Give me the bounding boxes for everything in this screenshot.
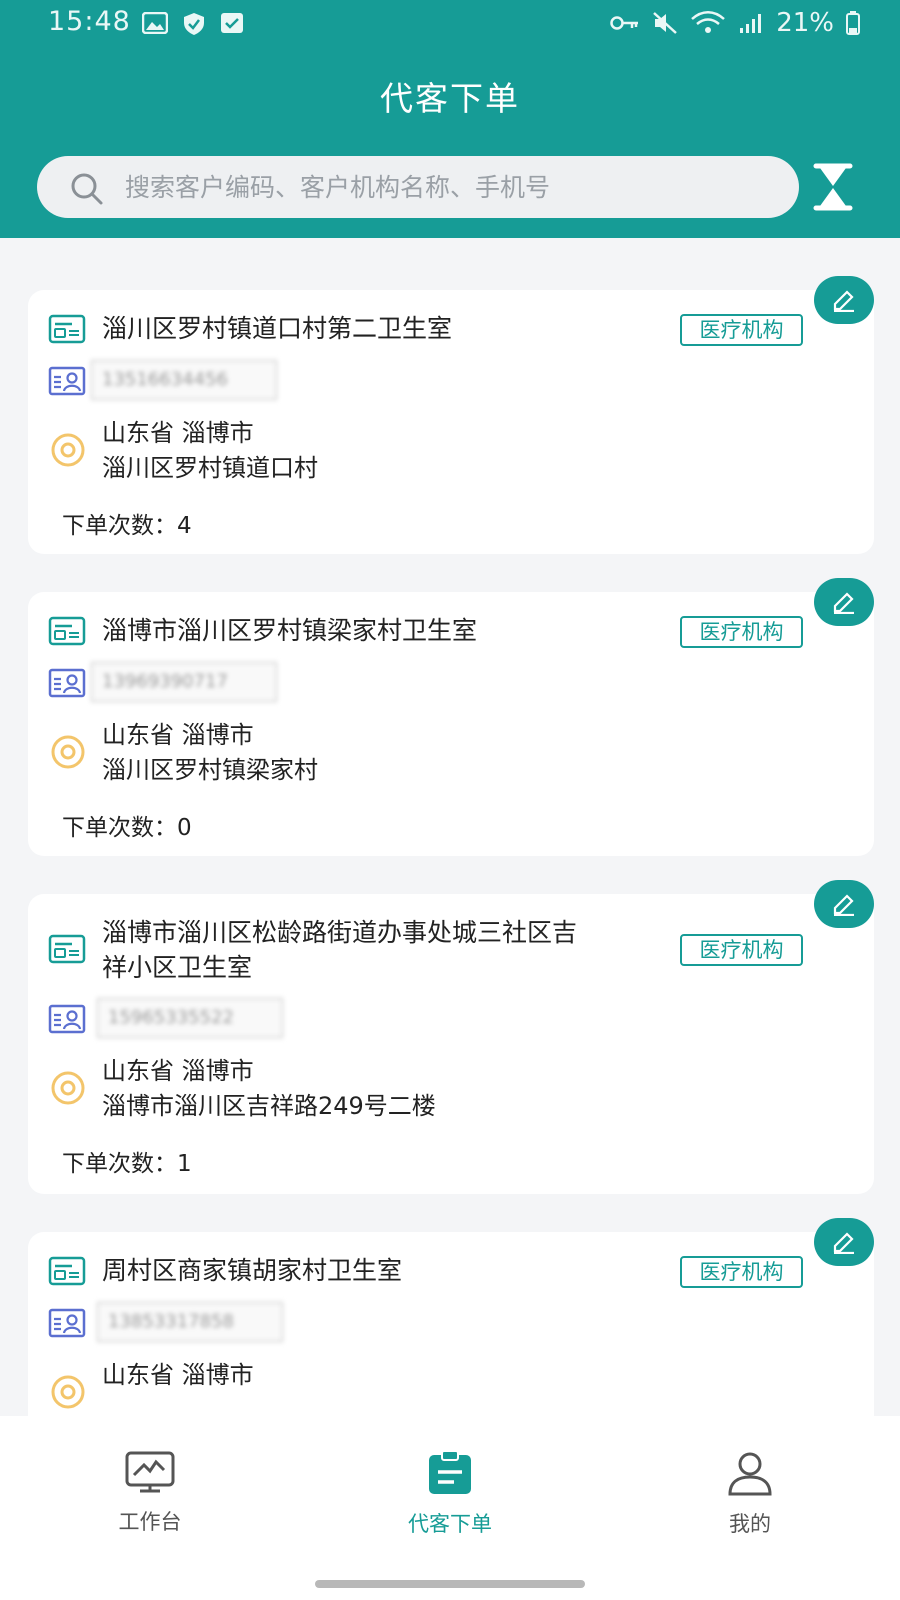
home-indicator[interactable] [315, 1580, 585, 1588]
clipboard-icon [429, 1450, 471, 1494]
shield-icon [184, 13, 204, 35]
org-card-icon [48, 1256, 86, 1286]
nav-label: 代客下单 [408, 1512, 492, 1536]
order-count: 下单次数：1 [62, 1144, 192, 1178]
customer-card[interactable]: 淄川区罗村镇道口村第二卫生室 医疗机构 13516634456 山东省 淄博市 … [28, 276, 874, 554]
battery-icon [846, 11, 860, 35]
location-icon [51, 735, 85, 769]
order-count-label: 下单次数： [62, 1151, 177, 1177]
customer-card[interactable]: 周村区商家镇胡家村卫生室 医疗机构 13853317858 山东省 淄博市 [28, 1218, 874, 1416]
check-box-icon [221, 13, 243, 33]
phone-number: 13969390717 [91, 662, 277, 702]
order-count-label: 下单次数： [62, 513, 177, 539]
status-bar: 15:48 21% [0, 0, 900, 48]
address-detail: 淄川区罗村镇梁家村 [102, 756, 318, 784]
phone-number: 13853317858 [97, 1302, 283, 1342]
org-card-icon [48, 934, 86, 964]
pencil-icon [833, 1232, 854, 1254]
customer-card[interactable]: 淄博市淄川区罗村镇梁家村卫生室 医疗机构 13969390717 山东省 淄博市… [28, 578, 874, 856]
customer-card[interactable]: 淄博市淄川区松龄路街道办事处城三社区吉 祥小区卫生室 医疗机构 15965335… [28, 880, 874, 1194]
bottom-nav: 工作台 代客下单 我的 [0, 1416, 900, 1600]
user-icon [728, 1452, 772, 1496]
hourglass-filter-icon[interactable] [808, 162, 858, 212]
org-type-tag: 医疗机构 [680, 1256, 803, 1288]
contact-card-icon [48, 1308, 86, 1338]
location-icon [51, 433, 85, 467]
order-count-value: 0 [177, 815, 192, 841]
pencil-icon [833, 290, 854, 312]
search-bar[interactable] [37, 156, 799, 218]
phone-number: 13516634456 [91, 360, 277, 400]
nav-item-order[interactable]: 代客下单 [350, 1450, 550, 1538]
customer-name: 淄博市淄川区松龄路街道办事处城三社区吉 [102, 918, 578, 947]
phone-number: 15965335522 [97, 998, 283, 1038]
address-detail: 淄川区罗村镇道口村 [102, 454, 318, 482]
status-time: 15:48 [48, 6, 131, 37]
app-header: 15:48 21% 代客下单 [0, 0, 900, 238]
nav-item-mine[interactable]: 我的 [650, 1450, 850, 1538]
customer-list[interactable]: 淄川区罗村镇道口村第二卫生室 医疗机构 13516634456 山东省 淄博市 … [0, 238, 900, 1416]
search-input[interactable] [125, 156, 775, 218]
org-type-tag: 医疗机构 [680, 314, 803, 346]
location-icon [51, 1375, 85, 1409]
customer-name: 周村区商家镇胡家村卫生室 [102, 1256, 403, 1285]
battery-text: 21% [776, 8, 834, 38]
customer-name-line2: 祥小区卫生室 [102, 953, 253, 982]
province-city: 山东省 淄博市 [102, 1361, 254, 1389]
order-count-label: 下单次数： [62, 815, 177, 841]
pencil-icon [833, 592, 854, 614]
status-right: 21% [610, 8, 860, 38]
key-icon [610, 16, 639, 30]
customer-name: 淄博市淄川区罗村镇梁家村卫生室 [102, 616, 478, 645]
signal-icon [740, 14, 762, 33]
province-city: 山东省 淄博市 [102, 721, 254, 749]
image-icon [142, 12, 168, 34]
edit-button[interactable] [814, 276, 874, 324]
nav-label: 我的 [729, 1512, 771, 1536]
nav-label: 工作台 [118, 1510, 182, 1534]
order-count-value: 4 [177, 513, 192, 539]
location-icon [51, 1071, 85, 1105]
contact-card-icon [48, 1004, 86, 1034]
org-type-tag: 医疗机构 [680, 934, 803, 966]
mute-icon [653, 12, 678, 34]
edit-button[interactable] [814, 880, 874, 928]
contact-card-icon [48, 668, 86, 698]
pencil-icon [833, 894, 854, 916]
org-type-tag: 医疗机构 [680, 616, 803, 648]
monitor-icon [125, 1451, 175, 1493]
search-icon [71, 173, 103, 205]
order-count-value: 1 [177, 1151, 192, 1177]
page-title: 代客下单 [380, 79, 520, 118]
edit-button[interactable] [814, 578, 874, 626]
org-card-icon [48, 314, 86, 344]
nav-item-workbench[interactable]: 工作台 [50, 1450, 250, 1536]
order-count: 下单次数：0 [62, 808, 192, 842]
wifi-icon [691, 11, 726, 33]
address-detail: 淄博市淄川区吉祥路249号二楼 [102, 1092, 436, 1120]
customer-name: 淄川区罗村镇道口村第二卫生室 [102, 314, 453, 343]
contact-card-icon [48, 366, 86, 396]
province-city: 山东省 淄博市 [102, 1057, 254, 1085]
order-count: 下单次数：4 [62, 506, 192, 540]
edit-button[interactable] [814, 1218, 874, 1266]
org-card-icon [48, 616, 86, 646]
province-city: 山东省 淄博市 [102, 419, 254, 447]
